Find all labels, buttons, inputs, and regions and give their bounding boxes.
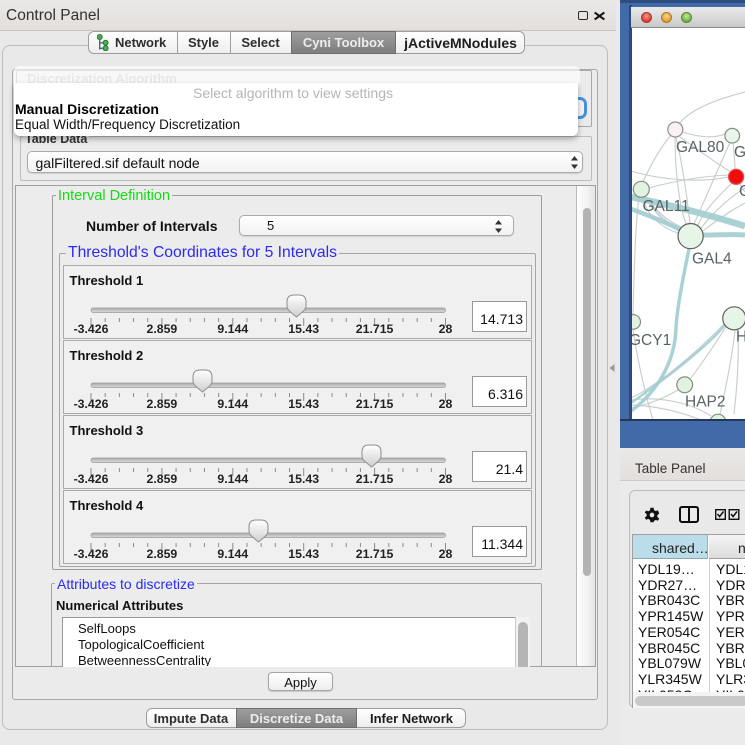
svg-text:15.43: 15.43	[288, 397, 319, 411]
svg-text:28: 28	[438, 322, 452, 336]
svg-text:GA: GA	[734, 144, 745, 161]
svg-text:9.144: 9.144	[217, 322, 248, 336]
svg-text:21.715: 21.715	[355, 547, 393, 561]
svg-text:15.43: 15.43	[288, 472, 319, 486]
svg-text:-3.426: -3.426	[73, 322, 108, 336]
svg-text:28: 28	[438, 397, 452, 411]
svg-text:-3.426: -3.426	[73, 547, 108, 561]
svg-text:C: C	[739, 183, 745, 200]
svg-text:21.715: 21.715	[355, 472, 393, 486]
svg-text:H: H	[736, 329, 745, 346]
svg-text:9.144: 9.144	[217, 547, 248, 561]
svg-text:2.859: 2.859	[146, 397, 177, 411]
svg-text:15.43: 15.43	[288, 547, 319, 561]
svg-text:2.859: 2.859	[146, 547, 177, 561]
svg-text:2.859: 2.859	[146, 322, 177, 336]
svg-text:GAL4: GAL4	[692, 251, 732, 268]
svg-text:21.715: 21.715	[355, 322, 393, 336]
svg-text:9.144: 9.144	[217, 397, 248, 411]
svg-text:21.715: 21.715	[355, 397, 393, 411]
svg-text:-3.426: -3.426	[73, 397, 108, 411]
svg-text:-3.426: -3.426	[73, 472, 108, 486]
svg-text:9.144: 9.144	[217, 472, 248, 486]
svg-text:28: 28	[438, 472, 452, 486]
svg-text:GCY1: GCY1	[632, 332, 671, 349]
svg-text:15.43: 15.43	[288, 322, 319, 336]
svg-text:HAP2: HAP2	[685, 393, 726, 410]
svg-text:GAL11: GAL11	[643, 198, 690, 215]
svg-text:GAL80: GAL80	[676, 139, 725, 156]
svg-text:2.859: 2.859	[146, 472, 177, 486]
svg-text:28: 28	[438, 547, 452, 561]
